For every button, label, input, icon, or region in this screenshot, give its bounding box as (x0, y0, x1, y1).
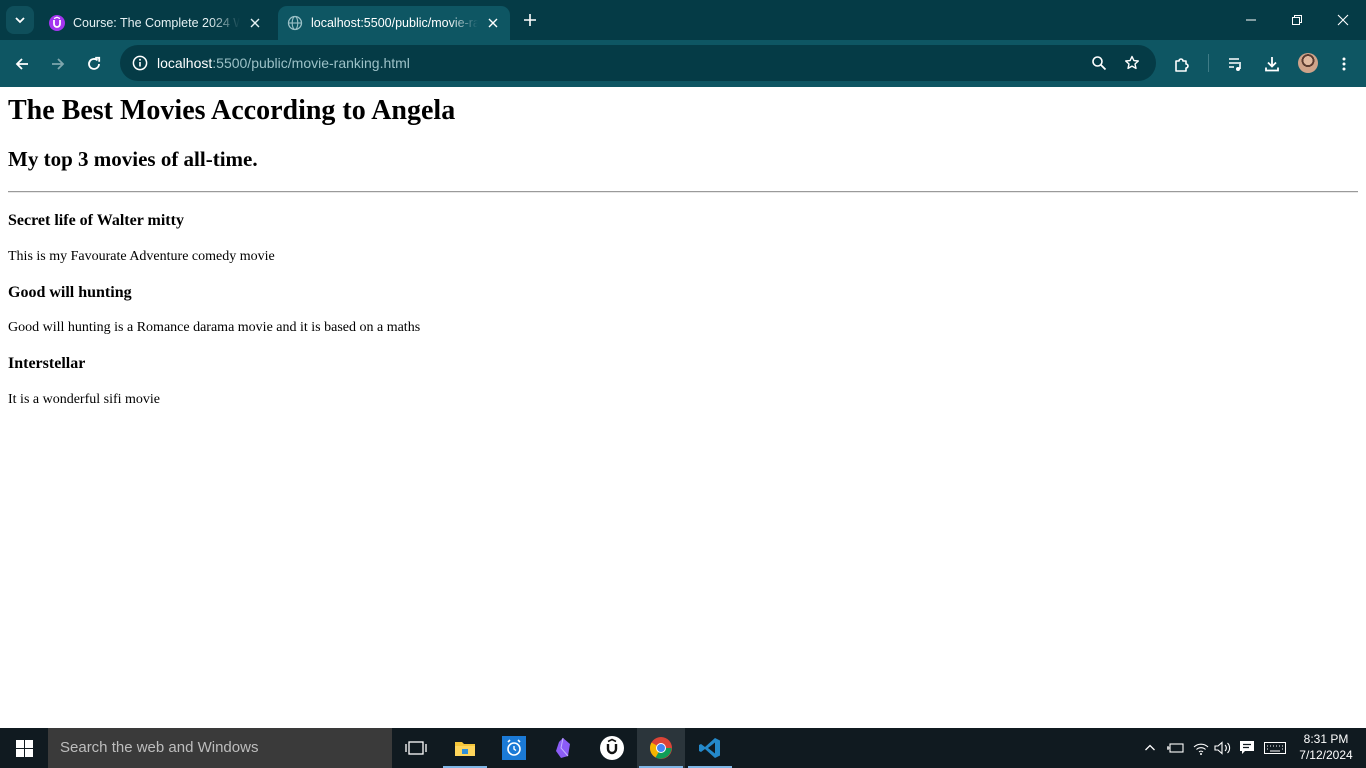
back-button[interactable] (7, 49, 37, 79)
url-text[interactable]: localhost:5500/public/movie-ranking.html (157, 45, 410, 81)
tab-close-button[interactable] (244, 12, 266, 34)
notifications-button[interactable] (1236, 728, 1258, 768)
network-tray-button[interactable] (1190, 728, 1212, 768)
keyboard-icon (1264, 742, 1286, 754)
menu-button[interactable] (1329, 49, 1359, 79)
system-clock[interactable]: 8:31 PM 7/12/2024 (1290, 731, 1362, 763)
more-vertical-icon (1342, 57, 1346, 71)
media-queue-icon (1229, 58, 1241, 71)
address-bar[interactable]: localhost:5500/public/movie-ranking.html (120, 45, 1156, 81)
movie-description: It is a wonderful sifi movie (8, 391, 161, 407)
chevron-down-icon (15, 17, 25, 24)
minimize-icon (1246, 19, 1256, 21)
puzzle-icon (1175, 58, 1189, 72)
obsidian-button[interactable] (539, 728, 587, 768)
info-icon (132, 55, 148, 71)
minimize-button[interactable] (1228, 0, 1274, 40)
reload-button[interactable] (79, 49, 109, 79)
taskbar-search-box[interactable]: Search the web and Windows (48, 728, 392, 768)
alarms-clock-button[interactable] (490, 728, 538, 768)
toolbar-divider (1208, 54, 1209, 72)
star-icon (1125, 55, 1139, 70)
close-icon (250, 18, 260, 28)
page-content: The Best Movies According to Angela My t… (0, 87, 1366, 728)
extensions-button[interactable] (1167, 49, 1197, 79)
downloads-button[interactable] (1257, 49, 1287, 79)
close-window-button[interactable] (1320, 0, 1366, 40)
wifi-icon (1193, 743, 1209, 755)
action-center-icon (1240, 741, 1254, 754)
power-tray-button[interactable] (1164, 728, 1186, 768)
new-tab-button[interactable] (518, 8, 542, 32)
tab-udemy-course[interactable]: Course: The Complete 2024 Web Developmen… (40, 6, 272, 40)
start-button[interactable] (0, 728, 48, 768)
zoom-button[interactable] (1085, 49, 1113, 77)
movie-description: Good will hunting is a Romance darama mo… (8, 320, 421, 336)
download-icon (1265, 57, 1279, 72)
obsidian-icon (556, 737, 570, 758)
movie-title: Secret life of Walter mitty (8, 212, 184, 230)
tab-close-button[interactable] (482, 12, 504, 34)
zoom-icon (1092, 56, 1107, 71)
site-info-button[interactable] (126, 49, 154, 77)
file-explorer-button[interactable] (441, 728, 489, 768)
page-subtitle: My top 3 movies of all-time. (8, 147, 258, 172)
globe-icon (287, 15, 303, 31)
udemy-icon (49, 15, 65, 31)
close-icon (488, 18, 498, 28)
keyboard-tray-button[interactable] (1262, 728, 1288, 768)
profile-avatar[interactable] (1298, 53, 1318, 73)
show-hidden-icons-button[interactable] (1142, 728, 1158, 768)
file-explorer-icon (455, 742, 475, 756)
vscode-button[interactable] (686, 728, 734, 768)
alarms-icon (502, 736, 526, 760)
movie-title: Good will hunting (8, 283, 132, 301)
windows-taskbar: Search the web and Windows 8:31 PM 7/12/… (0, 728, 1366, 768)
task-view-button[interactable] (392, 728, 440, 768)
reload-icon (88, 56, 101, 70)
tab-title: Course: The Complete 2024 Web Developmen… (73, 16, 240, 30)
media-control-button[interactable] (1221, 49, 1251, 79)
restore-icon (1292, 15, 1302, 25)
forward-button[interactable] (43, 49, 73, 79)
movie-description: This is my Favourate Adventure comedy mo… (8, 248, 275, 264)
browser-tab-strip: Course: The Complete 2024 Web Developmen… (0, 0, 1366, 40)
chrome-button[interactable] (637, 728, 685, 768)
restore-button[interactable] (1274, 0, 1320, 40)
speaker-icon (1214, 741, 1231, 755)
close-icon (1337, 14, 1349, 26)
arrow-right-icon (52, 58, 65, 70)
arrow-left-icon (15, 58, 28, 70)
task-view-icon (405, 741, 427, 755)
udemy-app-button[interactable] (588, 728, 636, 768)
chevron-up-icon (1145, 744, 1155, 751)
bookmark-button[interactable] (1118, 49, 1146, 77)
tab-movie-ranking[interactable]: localhost:5500/public/movie-ranking.html (278, 6, 510, 40)
divider (8, 191, 1358, 194)
clock-time: 8:31 PM (1303, 732, 1349, 746)
tab-search-button[interactable] (6, 6, 34, 34)
clock-date: 7/12/2024 (1299, 748, 1353, 762)
browser-toolbar: localhost:5500/public/movie-ranking.html (0, 40, 1366, 87)
url-host: localhost (157, 55, 213, 71)
tab-title: localhost:5500/public/movie-ranking.html (311, 16, 478, 30)
volume-tray-button[interactable] (1212, 728, 1234, 768)
page-title: The Best Movies According to Angela (8, 95, 456, 126)
udemy-icon (600, 736, 624, 760)
url-path: :5500/public/movie-ranking.html (212, 55, 410, 71)
movie-title: Interstellar (8, 355, 86, 373)
chrome-icon (650, 737, 672, 759)
plus-icon (524, 14, 536, 26)
vscode-icon (699, 738, 720, 758)
battery-plug-icon (1167, 743, 1184, 753)
windows-logo-icon (15, 739, 33, 757)
